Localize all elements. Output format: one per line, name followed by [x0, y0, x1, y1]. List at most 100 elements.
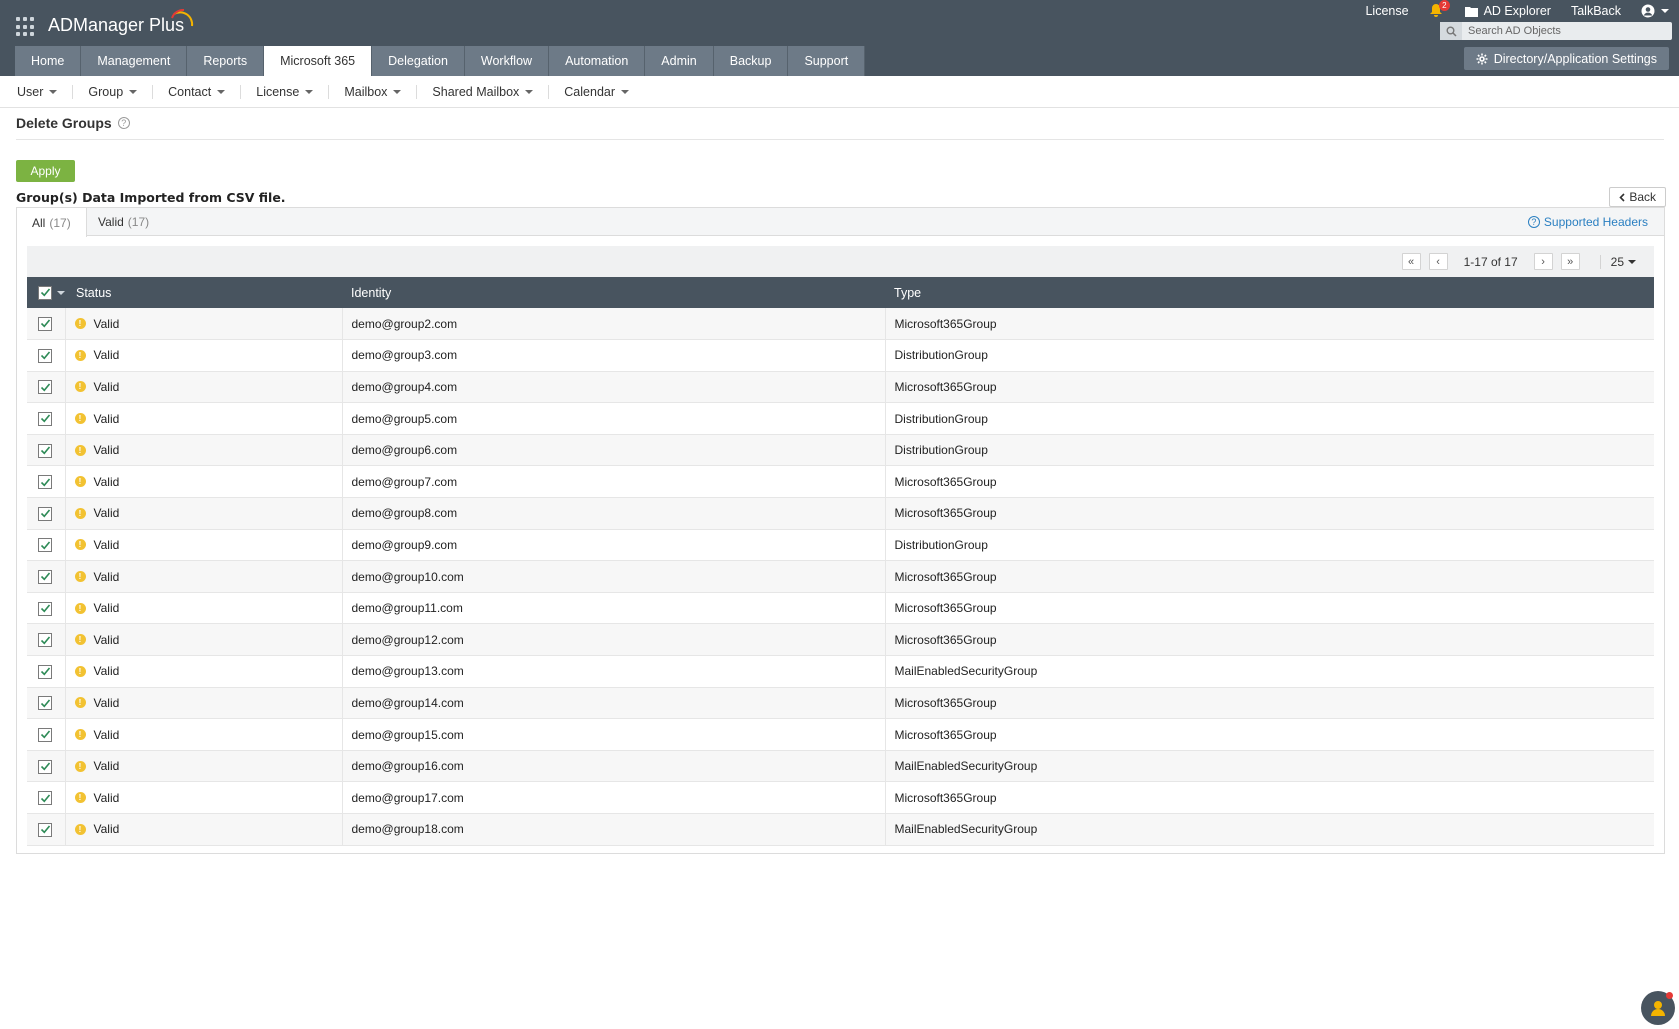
table-row[interactable]: ! Valid demo@group5.com DistributionGroup: [27, 402, 1654, 435]
row-status: Valid: [93, 474, 120, 489]
table-row[interactable]: ! Valid demo@group14.com Microsoft365Group: [27, 687, 1654, 719]
warning-icon: !: [74, 760, 86, 772]
checkmark-icon: [40, 730, 50, 739]
row-checkbox[interactable]: [38, 601, 52, 616]
row-type: Microsoft365Group: [894, 474, 997, 489]
tab-workflow[interactable]: Workflow: [464, 46, 550, 76]
row-checkbox[interactable]: [38, 633, 52, 648]
tab-support[interactable]: Support: [788, 46, 866, 76]
tab-automation[interactable]: Automation: [549, 46, 646, 76]
row-type: Microsoft365Group: [894, 506, 997, 521]
row-checkbox[interactable]: [38, 475, 52, 490]
row-checkbox[interactable]: [38, 664, 52, 679]
app-header: ADManager Plus License 2 AD Explorer Tal…: [0, 0, 1679, 76]
help-icon[interactable]: ?: [117, 117, 130, 129]
checkmark-icon: [40, 667, 50, 676]
chevron-down-icon[interactable]: [57, 290, 65, 295]
search-input[interactable]: [1462, 25, 1662, 37]
last-page-button[interactable]: »: [1560, 253, 1580, 270]
table-row[interactable]: ! Valid demo@group4.com Microsoft365Group: [27, 371, 1654, 403]
chat-assistant-button[interactable]: [1641, 991, 1675, 1025]
table-row[interactable]: ! Valid demo@group17.com Microsoft365Group: [27, 781, 1654, 814]
row-type: DistributionGroup: [894, 411, 988, 426]
row-checkbox[interactable]: [38, 791, 52, 806]
col-identity-header[interactable]: Identity: [342, 277, 885, 308]
user-menu[interactable]: [1641, 4, 1669, 18]
first-page-button[interactable]: «: [1401, 253, 1421, 270]
table-row[interactable]: ! Valid demo@group9.com DistributionGroup: [27, 529, 1654, 561]
col-type-header[interactable]: Type: [885, 277, 1654, 308]
table-row[interactable]: ! Valid demo@group3.com DistributionGroup: [27, 339, 1654, 372]
supported-headers-link[interactable]: ? Supported Headers: [1527, 215, 1648, 229]
row-checkbox[interactable]: [38, 348, 52, 363]
select-all-checkbox[interactable]: [38, 285, 52, 300]
directory-settings-button[interactable]: Directory/Application Settings: [1463, 47, 1669, 70]
logo-arc-icon: [171, 9, 194, 27]
apply-button[interactable]: Apply: [16, 160, 75, 182]
row-checkbox[interactable]: [38, 822, 52, 837]
notifications-button[interactable]: 2: [1429, 0, 1450, 19]
table-row[interactable]: ! Valid demo@group12.com Microsoft365Group: [27, 623, 1654, 656]
row-checkbox[interactable]: [38, 316, 52, 331]
app-logo[interactable]: ADManager Plus: [48, 15, 184, 36]
ad-explorer-link[interactable]: AD Explorer: [1464, 4, 1551, 18]
row-checkbox[interactable]: [38, 411, 52, 426]
search-icon[interactable]: [1440, 22, 1462, 40]
tab-home[interactable]: Home: [15, 46, 82, 76]
row-checkbox[interactable]: [38, 727, 52, 742]
chat-notification-dot: [1666, 992, 1673, 999]
tab-admin[interactable]: Admin: [645, 46, 714, 76]
table-row[interactable]: ! Valid demo@group10.com Microsoft365Group: [27, 560, 1654, 593]
row-type: Microsoft365Group: [894, 569, 997, 584]
subnav-calendar[interactable]: Calendar: [549, 85, 644, 99]
row-checkbox[interactable]: [38, 569, 52, 584]
table-row[interactable]: ! Valid demo@group15.com Microsoft365Group: [27, 718, 1654, 751]
license-link[interactable]: License: [1365, 4, 1408, 18]
chevron-down-icon: [525, 89, 534, 94]
tab-valid[interactable]: Valid (17): [83, 208, 164, 236]
tab-management[interactable]: Management: [81, 46, 188, 76]
subnav-license[interactable]: License: [241, 84, 330, 99]
warning-icon: !: [74, 634, 86, 646]
row-checkbox[interactable]: [38, 759, 52, 774]
table-row[interactable]: ! Valid demo@group7.com Microsoft365Group: [27, 465, 1654, 498]
subnav-group[interactable]: Group: [73, 84, 154, 99]
row-checkbox[interactable]: [38, 380, 52, 395]
row-checkbox[interactable]: [38, 443, 52, 458]
page-size-value: 25: [1610, 254, 1624, 269]
row-checkbox[interactable]: [38, 538, 52, 553]
notification-badge: 2: [1439, 0, 1450, 11]
table-row[interactable]: ! Valid demo@group2.com Microsoft365Group: [27, 308, 1654, 340]
row-identity: demo@group12.com: [342, 623, 886, 656]
page-size-select[interactable]: 25: [1599, 254, 1636, 269]
table-row[interactable]: ! Valid demo@group6.com DistributionGroup: [27, 434, 1654, 466]
tab-all[interactable]: All (17): [17, 208, 87, 237]
col-status-header[interactable]: Status: [76, 286, 111, 300]
tab-reports[interactable]: Reports: [187, 46, 265, 76]
next-page-button[interactable]: ›: [1533, 253, 1553, 270]
prev-page-button[interactable]: ‹: [1428, 253, 1448, 270]
table-row[interactable]: ! Valid demo@group18.com MailEnabledSecurit…: [27, 813, 1654, 846]
tab-backup[interactable]: Backup: [713, 46, 789, 76]
subnav-mailbox[interactable]: Mailbox: [329, 84, 418, 99]
table-row[interactable]: ! Valid demo@group11.com Microsoft365Group: [27, 592, 1654, 624]
table-row[interactable]: ! Valid demo@group16.com MailEnabledSecurit…: [27, 750, 1654, 782]
table-row[interactable]: ! Valid demo@group8.com Microsoft365Group: [27, 497, 1654, 530]
table-row[interactable]: ! Valid demo@group13.com MailEnabledSecurit…: [27, 655, 1654, 688]
row-status: Valid: [93, 569, 120, 584]
row-status: Valid: [93, 411, 120, 426]
app-grid-icon[interactable]: [16, 17, 36, 37]
row-identity: demo@group14.com: [342, 687, 886, 719]
warning-icon: !: [74, 444, 86, 456]
row-identity: demo@group16.com: [342, 750, 886, 782]
subnav-shared-mailbox[interactable]: Shared Mailbox: [417, 84, 550, 99]
tab-delegation[interactable]: Delegation: [372, 46, 465, 76]
row-checkbox[interactable]: [38, 506, 52, 521]
row-checkbox[interactable]: [38, 696, 52, 711]
back-button[interactable]: Back: [1609, 187, 1666, 207]
tab-microsoft-365[interactable]: Microsoft 365: [264, 46, 373, 76]
talkback-link[interactable]: TalkBack: [1571, 4, 1621, 18]
subnav-contact[interactable]: Contact: [153, 84, 242, 99]
row-type: Microsoft365Group: [894, 601, 997, 616]
subnav-user[interactable]: User: [2, 84, 74, 99]
